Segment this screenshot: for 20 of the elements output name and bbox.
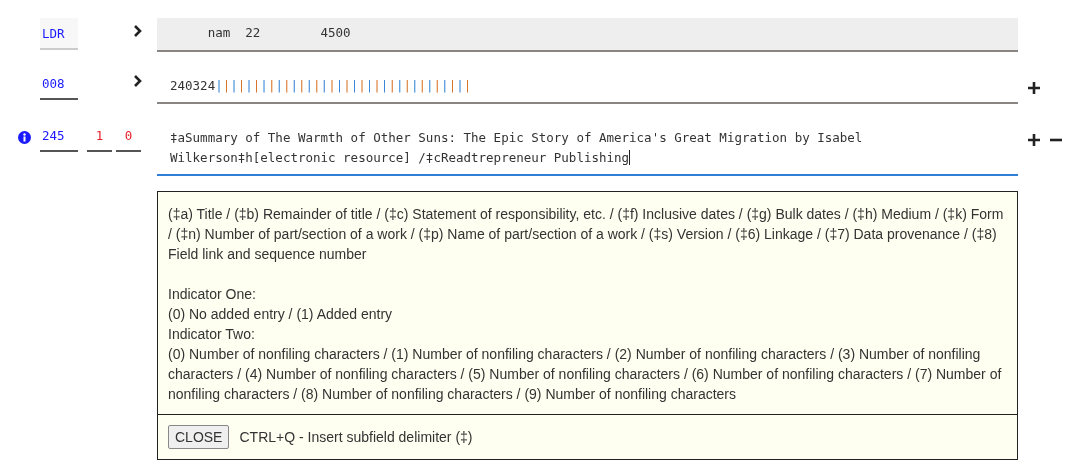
indicator-field[interactable]: 0 [116, 120, 141, 152]
field-value[interactable]: ‡aSummary of The Warmth of Other Suns: The Epic Story of America's Great Migration by Isabel Wilkerson‡h[electronic resource] /‡cReadtrepreneur Publishing [157, 120, 1018, 176]
subfield-list: (‡a) Title / (‡b) Remainder of title / (‡c) Statement of responsibility, etc. / (‡f) Inclusive dates / (‡g) Bulk dates / (‡h) Medium / (‡k) Form / (‡n) Number of part/section of a work / (‡p) Name of part/section of a work / (‡s) Version / (‡6) Linkage / (‡7) Data provenance / (‡8) Field link and sequence number [168, 204, 1005, 264]
indicator-label: Indicator Two: [168, 325, 256, 344]
field-value[interactable]: 240324|||||||||||||||||||||||||||||||||| [157, 68, 1018, 104]
indicator-field[interactable]: 1 [87, 120, 112, 152]
indicator-values: (0) No added entry / (1) Added entry [168, 305, 394, 324]
shortcut-hint: CTRL+Q - Insert subfield delimiter (‡) [239, 428, 473, 447]
info-icon[interactable] [18, 130, 31, 144]
chevron-right-icon[interactable] [133, 75, 143, 87]
indicator-values: (0) Number of nonfiling characters / (1) Number of nonfiling characters / (2) Number of nonfiling characters / (3) Number of nonfiling characters / (4) Number of nonfiling characters / (5) Number of nonfiling characters / (6) Number of nonfiling characters / (7) Number of nonfiling characters / (8) Number of nonfiling characters / (9) Number of nonfiling characters [168, 345, 1003, 404]
field-value[interactable]: nam 22 4500 [157, 18, 1018, 52]
tag-field[interactable]: 245 [40, 120, 78, 152]
tag-field[interactable]: 008 [40, 68, 78, 100]
tag-field[interactable]: LDR [40, 18, 78, 50]
chevron-right-icon[interactable] [133, 25, 143, 37]
add-icon[interactable] [1028, 134, 1040, 146]
indicator-label: Indicator One: [168, 285, 257, 304]
add-icon[interactable] [1028, 82, 1040, 94]
close-button[interactable]: CLOSE [168, 425, 230, 449]
